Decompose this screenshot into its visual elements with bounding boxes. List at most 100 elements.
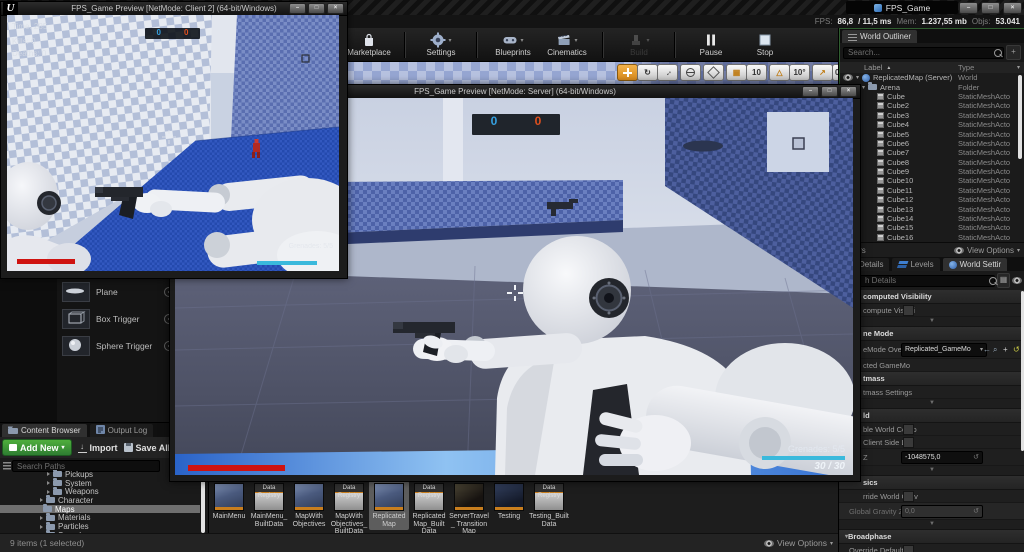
section-collapse-strip[interactable]: ▼ [839,399,1024,409]
scrollbar[interactable] [1018,75,1022,159]
section-header-sics[interactable]: sics [839,476,1024,490]
tab-levels[interactable]: Levels [892,258,939,271]
outliner-row[interactable]: Cube12StaticMeshActo [840,195,1024,204]
outliner-row[interactable]: Cube10StaticMeshActo [840,176,1024,185]
reset-icon[interactable]: ↺ [1013,345,1020,354]
outliner-row[interactable]: CubeStaticMeshActo [840,92,1024,101]
outliner-view-options-button[interactable]: View Options ▾ [954,246,1020,255]
move-tool-icon[interactable] [617,64,638,81]
section-header-computed-visibility[interactable]: computed Visibility [839,290,1024,304]
toolbar-cinematics-button[interactable]: ▾Cinematics [544,32,590,57]
asset-item-replicated-map-built-data[interactable]: Data RegistryReplicated Map_Built Data [409,481,449,538]
section-collapse-strip[interactable]: ▼ [839,520,1024,530]
folder-row-particles[interactable]: Particles [0,522,200,531]
close-icon[interactable]: × [840,86,857,97]
expand-caret-icon[interactable]: ▾ [856,74,859,81]
setting-row-ble-world-comp[interactable]: ble World Comp [839,423,1024,436]
asset-item-testing-built-data[interactable]: Data RegistryTesting_Built Data [529,481,569,530]
folder-row-weapons[interactable]: Weapons [0,487,200,496]
toolbar-marketplace-button[interactable]: Marketplace [346,32,392,57]
scale-tool-icon[interactable]: ↔ [657,64,678,81]
toolbar-stop-button[interactable]: Stop [742,32,788,57]
outliner-row[interactable]: Cube6StaticMeshActo [840,139,1024,148]
setting-row-rride-world-grav[interactable]: rride World Grav [839,490,1024,503]
surface-snap-icon[interactable] [703,64,724,81]
close-icon[interactable]: × [1003,2,1022,14]
asset-item-testing[interactable]: Testing [489,481,529,523]
section-header-ne-mode[interactable]: ne Mode [839,327,1024,341]
details-search-input[interactable] [842,275,995,287]
sources-filter-icon[interactable] [3,462,11,470]
folder-row-materials[interactable]: Materials [0,514,200,523]
outliner-row[interactable]: Cube16StaticMeshActo [840,233,1024,242]
type-column-header[interactable]: Type [958,63,974,72]
close-icon[interactable]: × [327,3,344,14]
world-local-toggle-icon[interactable] [680,64,701,81]
expand-arrow-icon[interactable] [47,472,50,476]
visibility-eye-icon[interactable] [843,74,853,81]
section-header-tmass[interactable]: tmass [839,372,1024,386]
checkbox[interactable] [903,491,914,502]
grid-view-icon[interactable]: ▦ [997,273,1010,288]
asset-item-mainmenu-builtdata[interactable]: Data RegistryMainMenu_BuiltData [249,481,289,530]
rotation-snap-icon[interactable]: △ [769,64,790,81]
client-preview-window[interactable]: U FPS_Game Preview [NetMode: Client 2] (… [0,1,348,279]
asset-item-mainmenu[interactable]: MainMenu [209,481,249,523]
outliner-row[interactable]: Cube4StaticMeshActo [840,120,1024,129]
tab-world-outliner[interactable]: World Outliner [842,30,917,43]
section-collapse-strip[interactable]: ▼ [839,317,1024,327]
asset-item-mapwith-objectives-builtdata[interactable]: Data RegistryMapWith Objectives_ BuiltDa… [329,481,369,538]
gamemode-override-dropdown[interactable]: Replicated_GameMo▾ [901,343,987,357]
outliner-add-filter-icon[interactable]: + [1006,45,1021,60]
outliner-row[interactable]: ▾ReplicatedMap (Server)World [840,73,1024,82]
place-item-sphere-trigger[interactable]: Sphere Trigger [62,336,174,356]
browse-icon[interactable]: ⌕ [993,345,997,355]
expand-arrow-icon[interactable] [47,481,50,485]
add-icon[interactable]: + [1003,345,1008,354]
outliner-search-input[interactable] [843,47,1004,59]
tab-content-browser[interactable]: Content Browser [2,424,87,437]
outliner-row[interactable]: Cube9StaticMeshActo [840,167,1024,176]
minimize-icon[interactable]: – [802,86,819,97]
asset-item-replicated-map[interactable]: Replicated Map [369,481,409,530]
toolbar-blueprints-button[interactable]: ▾Blueprints [490,32,536,57]
outliner-row[interactable]: Cube15StaticMeshActo [840,223,1024,232]
setting-row-override-default-br[interactable]: Override Default Br [839,544,1024,552]
outliner-row[interactable]: ▾ArenaFolder [840,82,1024,91]
use-selected-icon[interactable]: ← [983,345,991,354]
minimize-icon[interactable]: – [959,2,978,14]
setting-row-client-side-lev[interactable]: Client Side Lev [839,436,1024,449]
setting-row-emode-overrid[interactable]: eMode OverridReplicated_GameMo▾←⌕+↺ [839,341,1024,359]
add-new-button[interactable]: Add New ▾ [2,439,72,456]
outliner-row[interactable]: Cube8StaticMeshActo [840,158,1024,167]
details-eye-icon[interactable] [1012,277,1022,284]
tab-world-settir[interactable]: World Settir [943,258,1008,271]
checkbox[interactable] [903,437,914,448]
setting-row-global-gravity-z[interactable]: Global Gravity Z0,0↺ [839,503,1024,520]
outliner-row[interactable]: Cube11StaticMeshActo [840,186,1024,195]
filter-caret-icon[interactable]: ▾ [1017,64,1020,71]
view-options-button[interactable]: View Options ▾ [764,538,833,548]
asset-item-servertravel-transition-map[interactable]: ServerTravel_ Transition Map [449,481,489,538]
rotate-tool-icon[interactable]: ↻ [637,64,658,81]
scale-snap-icon[interactable]: ↗ [812,64,833,81]
toolbar-settings-button[interactable]: ▾Settings [418,32,464,57]
setting-row-cted-gamemo[interactable]: cted GameMo [839,359,1024,372]
checkbox[interactable] [903,545,914,552]
setting-row-compute-visibili[interactable]: compute Visibili [839,304,1024,317]
maximize-icon[interactable]: □ [821,86,838,97]
expand-arrow-icon[interactable] [40,498,43,502]
value-input[interactable]: -1048575,0↺ [901,451,983,464]
expand-arrow-icon[interactable] [40,525,43,529]
minimize-icon[interactable]: – [289,3,306,14]
outliner-row[interactable]: Cube3StaticMeshActo [840,111,1024,120]
place-item-box-trigger[interactable]: Box Trigger [62,309,174,329]
checkbox[interactable] [903,305,914,316]
section-header-ld[interactable]: ld [839,409,1024,423]
checkbox[interactable] [903,424,914,435]
section-collapse-strip[interactable]: ▼ [839,466,1024,476]
save-all-button[interactable]: Save All [124,443,171,453]
maximize-icon[interactable]: □ [981,2,1000,14]
client-game-viewport[interactable]: Time: 285 Kills: 0 Deaths: 0 0 0 Grenade… [7,15,339,271]
asset-item-mapwith-objectives[interactable]: MapWith Objectives [289,481,329,530]
